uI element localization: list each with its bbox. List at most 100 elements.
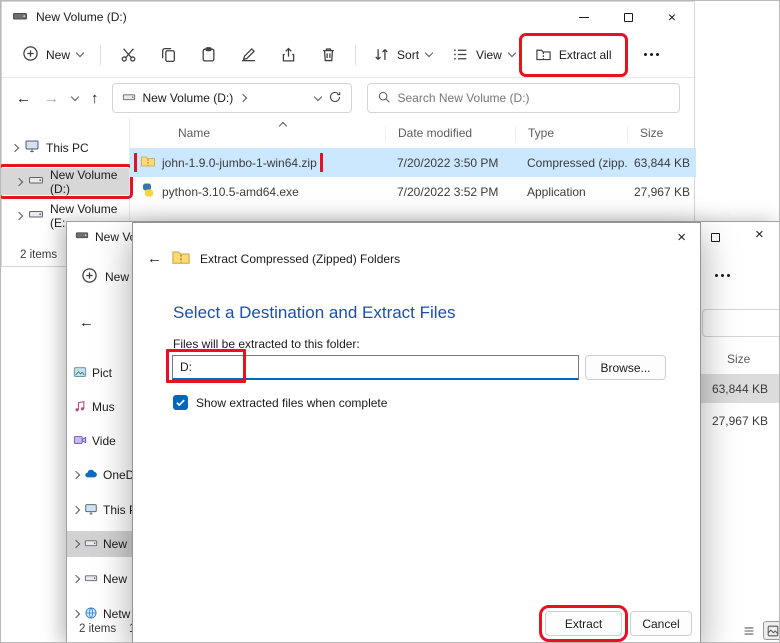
maximize-button[interactable] — [606, 2, 650, 32]
column-header-name[interactable]: Name — [130, 126, 385, 141]
extract-button[interactable]: Extract — [545, 611, 622, 636]
new-label: New — [46, 48, 70, 62]
delete-icon — [320, 46, 337, 63]
file-row-zip[interactable]: john-1.9.0-jumbo-1-win64.zip 7/20/2022 3… — [130, 148, 696, 177]
sidebar-item-this-pc[interactable]: This PC — [2, 134, 129, 161]
column-header-size[interactable]: Size — [727, 352, 750, 366]
paste-icon — [200, 46, 217, 63]
zip-folder-icon — [140, 153, 156, 172]
search-input[interactable] — [398, 91, 671, 105]
refresh-icon[interactable] — [328, 90, 342, 107]
back-button[interactable]: ← — [16, 90, 31, 107]
sidebar-item-new-volume-d[interactable]: New — [67, 531, 132, 557]
address-bar[interactable]: New Volume (D:) — [112, 83, 352, 113]
address-dropdown-icon[interactable] — [313, 92, 321, 100]
file-name-cell: python-3.10.5-amd64.exe — [130, 182, 385, 201]
file-row-python[interactable]: python-3.10.5-amd64.exe 7/20/2022 3:52 P… — [130, 177, 696, 206]
delete-button[interactable] — [308, 39, 348, 71]
sidebar-item-new-volume-e[interactable]: New — [67, 566, 132, 592]
new-button[interactable]: New — [12, 39, 93, 71]
expand-chevron-icon — [72, 540, 80, 548]
chevron-down-icon — [76, 49, 84, 57]
more-button[interactable] — [715, 274, 730, 277]
extract-all-icon — [535, 46, 552, 63]
sidebar-item-label: Vide — [92, 434, 116, 448]
back-button[interactable]: ← — [79, 314, 94, 331]
maximize-icon — [711, 233, 720, 242]
close-button[interactable]: × — [755, 226, 764, 243]
drive-icon — [84, 571, 98, 588]
details-view-button[interactable] — [739, 621, 758, 640]
expand-chevron-icon[interactable] — [15, 211, 23, 219]
cut-icon — [120, 46, 137, 63]
checkbox-label: Show extracted files when complete — [196, 396, 387, 410]
up-button[interactable]: ↑ — [91, 90, 99, 107]
sidebar-item-label: New Volume (D:) — [50, 168, 129, 196]
browse-button[interactable]: Browse... — [585, 355, 666, 380]
plus-circle-icon — [81, 267, 98, 287]
expand-chevron-icon — [72, 610, 80, 618]
expand-chevron-icon[interactable] — [11, 143, 19, 151]
destination-label: Files will be extracted to this folder: — [173, 337, 360, 351]
dialog-back-button[interactable]: ← — [147, 250, 162, 267]
dialog-heading: Select a Destination and Extract Files — [173, 303, 456, 323]
breadcrumb[interactable]: New Volume (D:) — [143, 91, 234, 105]
sidebar-item-label: New — [103, 572, 127, 586]
sidebar-item-music[interactable]: Mus — [67, 394, 132, 420]
paste-button[interactable] — [188, 39, 228, 71]
checkbox-checked-icon — [173, 395, 188, 410]
expand-chevron-icon[interactable] — [15, 177, 23, 185]
extract-all-button[interactable]: Extract all — [525, 39, 622, 71]
sidebar-item-label: Mus — [92, 400, 115, 414]
sidebar-item-new-volume-d[interactable]: New Volume (D:) — [2, 168, 129, 195]
search-icon — [377, 90, 391, 107]
forward-button[interactable]: → — [44, 90, 59, 107]
search-box[interactable] — [367, 83, 681, 113]
dialog-close-button[interactable]: × — [677, 229, 686, 246]
file-size: 63,844 KB — [627, 156, 696, 170]
file-size: 63,844 KB — [712, 382, 768, 396]
main-titlebar: New Volume (D:) × — [2, 2, 694, 32]
sidebar-item-onedrive[interactable]: OneD — [67, 462, 132, 488]
sidebar-item-pictures[interactable]: Pict — [67, 360, 132, 386]
view-button[interactable]: View — [442, 39, 525, 71]
maximize-button[interactable] — [711, 231, 720, 245]
close-button[interactable]: × — [650, 2, 694, 32]
videos-icon — [73, 433, 87, 450]
file-name: python-3.10.5-amd64.exe — [162, 185, 299, 199]
file-size-fragment: 63,844 KB — [697, 374, 780, 403]
thumbnail-view-button[interactable] — [763, 621, 780, 640]
rename-button[interactable] — [228, 39, 268, 71]
copy-icon — [160, 46, 177, 63]
sort-label: Sort — [397, 48, 419, 62]
maximize-icon — [624, 13, 633, 22]
dialog-header: ← Extract Compressed (Zipped) Folders — [147, 247, 400, 270]
copy-button[interactable] — [148, 39, 188, 71]
chevron-down-icon — [508, 49, 516, 57]
search-box[interactable] — [702, 309, 780, 337]
column-header-date[interactable]: Date modified — [385, 126, 515, 141]
zip-file-highlight: john-1.9.0-jumbo-1-win64.zip — [140, 153, 317, 172]
sidebar-item-label: Netw — [103, 607, 130, 621]
more-button[interactable] — [632, 39, 672, 71]
column-header-type[interactable]: Type — [515, 126, 627, 141]
minimize-icon — [579, 17, 589, 18]
python-exe-icon — [140, 182, 156, 201]
file-name-cell: john-1.9.0-jumbo-1-win64.zip — [130, 153, 385, 172]
sidebar-item-this-pc[interactable]: This P — [67, 497, 132, 523]
share-button[interactable] — [268, 39, 308, 71]
view-toggles — [739, 621, 780, 640]
file-type: Compressed (zipp... — [515, 156, 627, 170]
breadcrumb-chevron-icon[interactable] — [239, 94, 247, 102]
cancel-button[interactable]: Cancel — [630, 611, 692, 636]
sort-button[interactable]: Sort — [363, 39, 442, 71]
plus-circle-icon — [22, 45, 39, 65]
cut-button[interactable] — [108, 39, 148, 71]
sidebar-item-videos[interactable]: Vide — [67, 428, 132, 454]
minimize-button[interactable] — [562, 2, 606, 32]
destination-path-input[interactable] — [172, 355, 579, 380]
file-date: 7/20/2022 3:52 PM — [385, 185, 515, 199]
show-extracted-checkbox[interactable]: Show extracted files when complete — [173, 395, 387, 410]
column-header-size[interactable]: Size — [627, 126, 696, 141]
recent-locations-chevron-icon[interactable] — [71, 92, 79, 100]
